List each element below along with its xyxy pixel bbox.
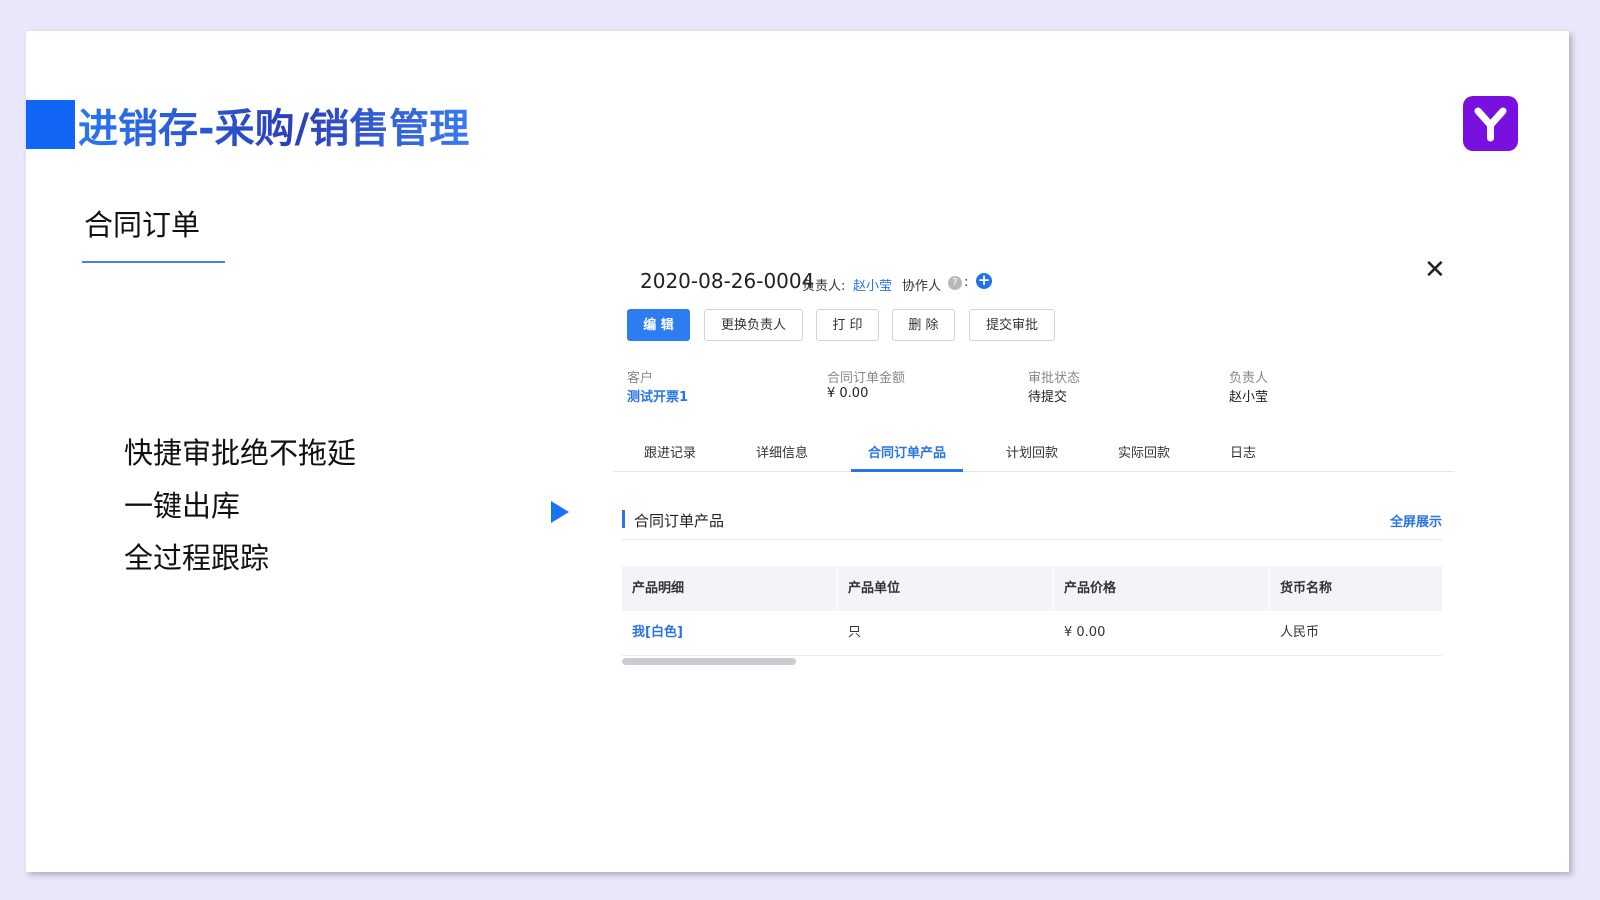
section-title: 合同订单产品 (634, 512, 725, 530)
table-cell: 人民币 (1280, 625, 1320, 640)
app-logo-icon (1463, 96, 1518, 151)
slide: 进销存-采购/销售管理 合同订单 快捷审批绝不拖延 一键出库 全过程跟踪 202… (26, 31, 1569, 872)
title-accent-block (26, 100, 75, 149)
tab-actual-payment[interactable]: 实际回款 (1118, 442, 1170, 461)
column-header: 产品单位 (838, 566, 1054, 611)
fullscreen-link[interactable]: 全屏展示 (1390, 511, 1442, 530)
amount-value: ¥ 0.00 (827, 386, 869, 401)
tab-follow-up[interactable]: 跟进记录 (644, 442, 696, 461)
table-header: 产品明细 产品单位 产品价格 货币名称 (622, 566, 1442, 611)
tab-details[interactable]: 详细信息 (756, 442, 808, 461)
owner-label: 负责人: (802, 279, 846, 294)
help-icon[interactable]: ? (948, 276, 962, 290)
close-icon[interactable]: ✕ (1424, 257, 1446, 283)
section-subtitle: 合同订单 (84, 208, 201, 242)
collaborator-colon: : (964, 275, 969, 290)
section-accent-bar (622, 510, 625, 528)
subtitle-underline (82, 261, 225, 263)
approval-status-value: 待提交 (1028, 390, 1068, 405)
delete-button[interactable]: 删 除 (892, 309, 955, 341)
owner-info-value: 赵小莹 (1229, 390, 1269, 405)
customer-label: 客户 (627, 371, 654, 386)
collaborator-label: 协作人 (902, 279, 942, 294)
approval-status-label: 审批状态 (1028, 371, 1081, 386)
tab-planned-payment[interactable]: 计划回款 (1006, 442, 1058, 461)
owner-info-label: 负责人 (1229, 371, 1269, 386)
horizontal-scrollbar[interactable] (622, 658, 796, 665)
tab-order-products[interactable]: 合同订单产品 (868, 442, 946, 461)
play-arrow-icon (551, 501, 569, 523)
column-header: 产品价格 (1054, 566, 1270, 611)
owner-name-link[interactable]: 赵小莹 (853, 275, 892, 294)
tab-log[interactable]: 日志 (1230, 442, 1256, 461)
tab-divider (613, 471, 1454, 472)
order-number: 2020-08-26-0004 (640, 269, 815, 293)
products-table: 产品明细 产品单位 产品价格 货币名称 我[白色] 只 ¥ 0.00 人民币 (622, 566, 1442, 656)
change-owner-button[interactable]: 更换负责人 (704, 309, 803, 341)
section-divider (622, 539, 1442, 540)
table-cell: 只 (838, 611, 1054, 655)
edit-button[interactable]: 编 辑 (627, 309, 690, 341)
feature-item: 全过程跟踪 (124, 541, 270, 575)
submit-approval-button[interactable]: 提交审批 (969, 309, 1055, 341)
feature-item: 快捷审批绝不拖延 (124, 436, 357, 470)
feature-item: 一键出库 (124, 489, 241, 523)
column-header: 产品明细 (622, 566, 838, 611)
amount-label: 合同订单金额 (827, 371, 906, 386)
column-header: 货币名称 (1280, 581, 1333, 596)
table-cell: ¥ 0.00 (1054, 611, 1270, 655)
active-tab-indicator (851, 469, 963, 472)
slide-title: 进销存-采购/销售管理 (78, 103, 469, 155)
print-button[interactable]: 打 印 (816, 309, 879, 341)
customer-link[interactable]: 测试开票1 (627, 386, 688, 405)
product-link[interactable]: 我[白色] (622, 611, 838, 655)
table-row: 我[白色] 只 ¥ 0.00 人民币 (622, 611, 1442, 656)
add-collaborator-icon[interactable]: + (976, 273, 992, 289)
